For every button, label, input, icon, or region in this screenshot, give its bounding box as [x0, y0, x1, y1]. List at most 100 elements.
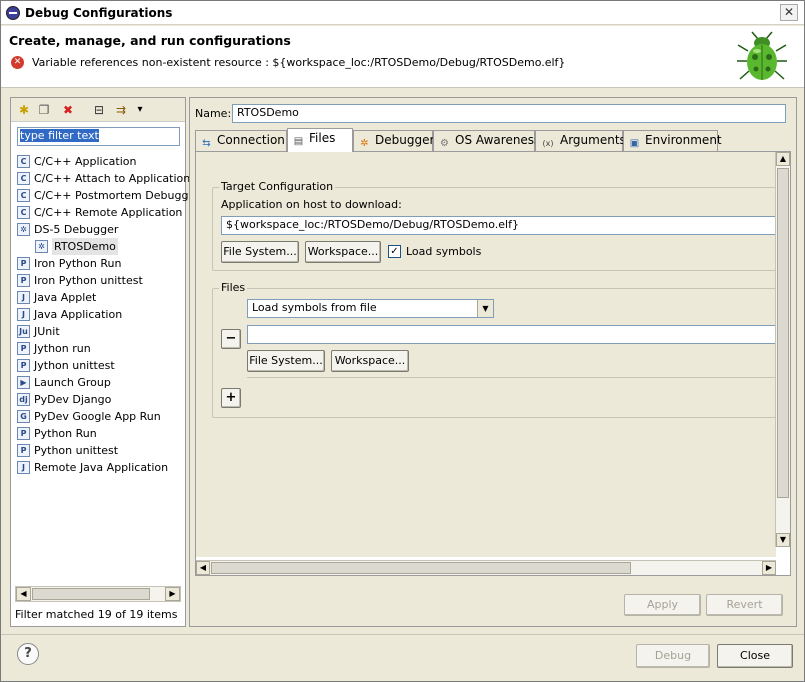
files-workspace-button[interactable]: Workspace... [331, 350, 409, 372]
files-tab-body: Target Configuration Application on host… [195, 151, 791, 576]
vertical-scrollbar[interactable]: ▲ ▼ [775, 152, 790, 547]
files-file-system-button[interactable]: File System... [247, 350, 325, 372]
tree-item[interactable]: P Python Run [15, 425, 183, 442]
files-action-dropdown[interactable]: Load symbols from file ▼ [247, 299, 494, 318]
tree-item-label: RTOSDemo [52, 238, 118, 255]
tree-item[interactable]: J Java Application [15, 306, 183, 323]
close-button[interactable]: Close [717, 644, 793, 668]
scroll-thumb[interactable] [32, 588, 150, 600]
target-file-system-button[interactable]: File System... [221, 241, 299, 263]
scroll-down-icon[interactable]: ▼ [776, 533, 790, 547]
tree-item[interactable]: ✲ RTOSDemo [15, 238, 183, 255]
file-path-input[interactable] [247, 325, 777, 344]
chevron-down-icon[interactable]: ▼ [477, 300, 493, 317]
collapse-all-icon[interactable]: ⊟ [91, 102, 107, 118]
apply-button[interactable]: Apply [624, 594, 701, 616]
dropdown-value: Load symbols from file [252, 301, 377, 314]
tab-environment[interactable]: ▣ Environment [623, 130, 722, 151]
horizontal-scroll-thumb[interactable] [211, 562, 631, 574]
configuration-editor-pane: Name: RTOSDemo ⇆ Connection ▤ Files ✲ Debug… [189, 97, 797, 627]
tab-label: Debugger [375, 133, 435, 147]
revert-button[interactable]: Revert [706, 594, 783, 616]
new-config-icon[interactable]: ✱ [16, 102, 32, 118]
left-horizontal-scrollbar[interactable]: ◀ ▶ [15, 586, 181, 602]
delete-icon[interactable]: ✖ [60, 102, 76, 118]
launch-type-icon: ✲ [35, 240, 48, 253]
add-file-button[interactable]: + [221, 388, 241, 408]
help-icon[interactable]: ? [17, 643, 39, 665]
header-title: Create, manage, and run configurations [9, 33, 291, 48]
tree-item[interactable]: ✲ DS-5 Debugger [15, 221, 183, 238]
tree-item[interactable]: P Iron Python Run [15, 255, 183, 272]
left-toolbar: ✱ ❐ ✖ ⊟ ⇉ ▾ [11, 98, 185, 122]
tree-item[interactable]: Ju JUnit [15, 323, 183, 340]
tab-connection[interactable]: ⇆ Connection [195, 130, 287, 151]
tab-os-awareness[interactable]: ⚙ OS Awareness [433, 130, 540, 151]
launch-type-icon: ✲ [17, 223, 30, 236]
app-path-input[interactable]: ${workspace_loc:/RTOSDemo/Debug/RTOSDemo… [221, 216, 777, 235]
tree-item[interactable]: C C/C++ Attach to Application [15, 170, 190, 187]
duplicate-icon[interactable]: ❐ [36, 102, 52, 118]
filter-icon[interactable]: ⇉ [113, 102, 129, 118]
launch-type-icon: J [17, 291, 30, 304]
tab-files[interactable]: ▤ Files [287, 128, 353, 152]
dialog-header: Create, manage, and run configurations ✕… [1, 26, 804, 88]
scroll-up-icon[interactable]: ▲ [776, 152, 790, 166]
target-configuration-title: Target Configuration [219, 180, 336, 193]
debug-button[interactable]: Debug [636, 644, 710, 668]
launch-type-icon: C [17, 189, 30, 202]
load-symbols-checkbox[interactable]: ✓ [388, 245, 401, 258]
target-workspace-button[interactable]: Workspace... [305, 241, 381, 263]
name-input[interactable]: RTOSDemo [232, 104, 786, 123]
tree-item[interactable]: J Java Applet [15, 289, 183, 306]
tab-debugger[interactable]: ✲ Debugger [353, 130, 435, 151]
menu-dropdown-icon[interactable]: ▾ [132, 102, 148, 118]
files-scroll-area: Target Configuration Application on host… [196, 152, 777, 557]
launch-type-icon: P [17, 274, 30, 287]
tree-item[interactable]: G PyDev Google App Run [15, 408, 183, 425]
debug-configurations-dialog: Debug Configurations ✕ Create, manage, a… [0, 0, 805, 682]
eclipse-icon [6, 6, 20, 20]
filter-status: Filter matched 19 of 19 items [15, 608, 178, 621]
launch-type-icon: P [17, 444, 30, 457]
title-bar: Debug Configurations ✕ [1, 1, 804, 25]
tree-item[interactable]: C C/C++ Application [15, 153, 183, 170]
horizontal-scrollbar[interactable]: ◀ ▶ [196, 560, 776, 575]
tree-item[interactable]: C C/C++ Postmortem Debugger [15, 187, 200, 204]
tree-item-label: Python unittest [34, 444, 119, 457]
files-group-title: Files [219, 281, 248, 294]
tree-item[interactable]: J Remote Java Application [15, 459, 183, 476]
tree-item[interactable]: C C/C++ Remote Application [15, 204, 183, 221]
tree-item[interactable]: P Jython unittest [15, 357, 183, 374]
scroll-right-icon[interactable]: ▶ [762, 561, 776, 575]
tree-item[interactable]: P Python unittest [15, 442, 183, 459]
tree-item-label: PyDev Django [34, 393, 112, 406]
scroll-left-icon[interactable]: ◀ [196, 561, 210, 575]
files-separator [247, 377, 777, 378]
tree-item-label: Iron Python unittest [34, 274, 143, 287]
configuration-list-pane: ✱ ❐ ✖ ⊟ ⇉ ▾ type filter text C C/C++ Appl… [10, 97, 200, 627]
remove-file-button[interactable]: − [221, 329, 241, 349]
scroll-right-icon[interactable]: ▶ [165, 587, 180, 601]
launch-type-icon: P [17, 427, 30, 440]
scroll-left-icon[interactable]: ◀ [16, 587, 31, 601]
footer-separator [1, 634, 804, 635]
tree-item-label: Jython unittest [34, 359, 115, 372]
launch-type-icon: Ju [17, 325, 30, 338]
tree-item[interactable]: dj PyDev Django [15, 391, 183, 408]
tree-item[interactable]: P Jython run [15, 340, 183, 357]
vertical-scroll-thumb[interactable] [777, 168, 789, 498]
tree-item-label: Remote Java Application [34, 461, 169, 474]
filter-input[interactable]: type filter text [17, 127, 180, 146]
name-label: Name: [195, 107, 232, 120]
tab-arguments[interactable]: (x) Arguments [535, 130, 626, 151]
config-tabs: ⇆ Connection ▤ Files ✲ Debugger ⚙ OS Awarene… [195, 128, 790, 152]
window-close-button[interactable]: ✕ [780, 4, 798, 21]
configuration-tree: C C/C++ Application C C/C++ Attach to Appli… [15, 153, 200, 476]
tree-item-label: Iron Python Run [34, 257, 122, 270]
tree-item[interactable]: P Iron Python unittest [15, 272, 183, 289]
tree-item[interactable]: ▶ Launch Group [15, 374, 183, 391]
tree-item-label: DS-5 Debugger [34, 223, 119, 236]
launch-type-icon: P [17, 257, 30, 270]
tree-item-label: Python Run [34, 427, 97, 440]
